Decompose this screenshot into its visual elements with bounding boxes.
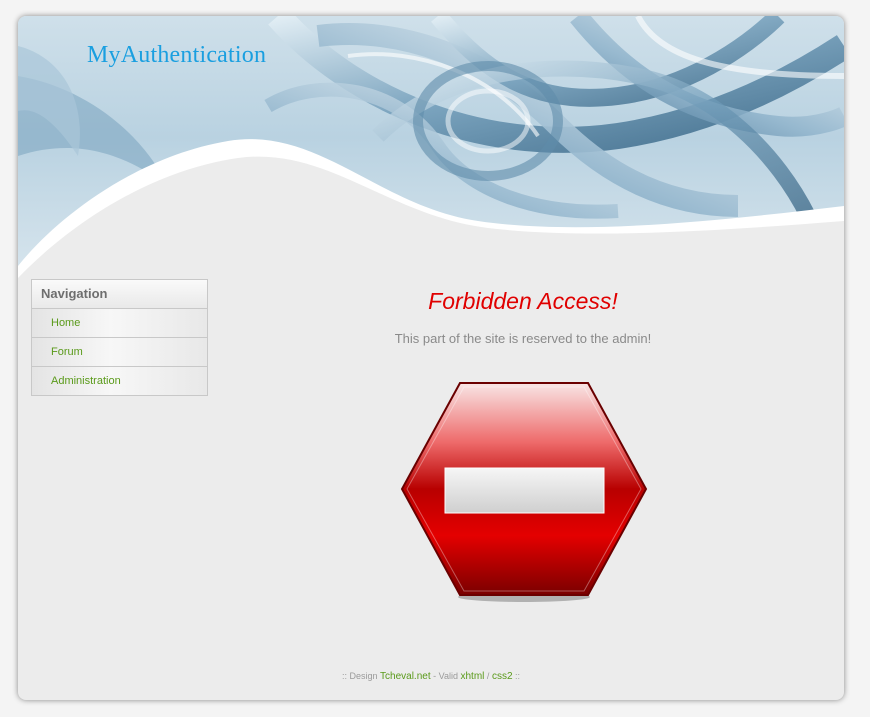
page-container: MyAuthentication Navigation Home Forum A… <box>18 16 844 700</box>
site-logo-text[interactable]: MyAuthentication <box>87 42 266 69</box>
page-title: Forbidden Access! <box>428 288 618 314</box>
designer-link[interactable]: Tcheval.net <box>380 671 431 682</box>
nav-link-home[interactable]: Home <box>32 309 207 338</box>
css-link[interactable]: css2 <box>492 671 513 682</box>
access-message: This part of the site is reserved to the… <box>394 331 652 346</box>
footer: :: Design Tcheval.net - Valid xhtml / cs… <box>18 671 844 682</box>
xhtml-link[interactable]: xhtml <box>460 671 484 682</box>
footer-separator: / <box>486 671 490 681</box>
footer-suffix: :: <box>515 671 521 681</box>
navigation-title: Navigation <box>32 280 207 309</box>
header-banner: MyAuthentication <box>18 16 844 286</box>
footer-valid-text: - Valid <box>433 671 458 681</box>
footer-prefix: :: Design <box>341 671 378 681</box>
no-entry-icon <box>400 382 648 602</box>
nav-link-forum[interactable]: Forum <box>32 338 207 367</box>
nav-link-administration[interactable]: Administration <box>32 367 207 395</box>
navigation-box: Navigation Home Forum Administration <box>31 279 208 396</box>
